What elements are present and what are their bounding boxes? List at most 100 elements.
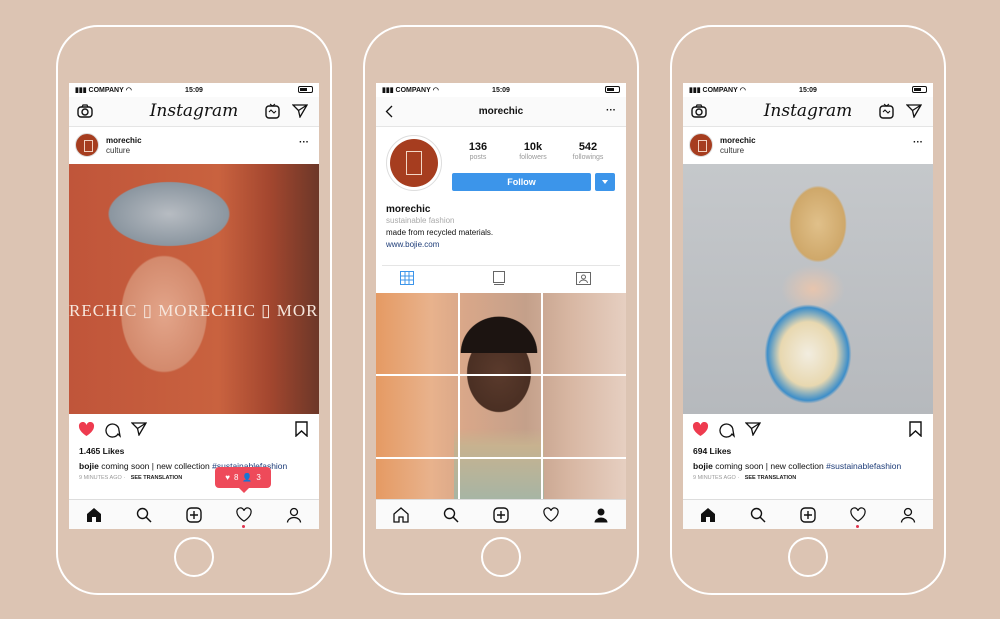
activity-indicator-dot	[242, 525, 245, 528]
phone-feed-1: ▮▮▮ COMPANY ◠ 15:09 Instagram morechic cu…	[56, 25, 332, 595]
post-username[interactable]: morechic	[106, 136, 142, 145]
bottom-tab-bar	[376, 499, 626, 529]
tagged-photos-icon[interactable]	[576, 271, 591, 285]
suggestions-dropdown-button[interactable]	[595, 173, 615, 191]
grid-view-icon[interactable]	[400, 271, 414, 285]
status-bar: ▮▮▮ COMPANY ◠ 15:09	[69, 83, 319, 97]
like-count[interactable]: 694 Likes	[693, 446, 731, 456]
see-translation-link[interactable]: SEE TRANSLATION	[745, 475, 797, 481]
more-options-icon[interactable]: ···	[299, 137, 309, 148]
feed-view-icon[interactable]	[493, 271, 505, 285]
follow-button[interactable]: Follow	[452, 173, 591, 191]
profile-bio: made from recycled materials.	[386, 228, 494, 237]
search-icon[interactable]	[750, 507, 766, 523]
post-location: culture	[106, 146, 131, 155]
profile-name: morechic	[386, 204, 431, 215]
activity-heart-icon[interactable]	[236, 507, 252, 523]
activity-heart-icon[interactable]	[850, 507, 866, 523]
photo-overlay-text: RECHIC ▯ MORECHIC ▯ MORE	[69, 301, 319, 320]
post-actions	[683, 419, 933, 441]
direct-message-icon[interactable]	[906, 104, 922, 118]
activity-notification-bubble[interactable]: ♥ 8 👤 3	[215, 467, 271, 493]
instagram-logo: Instagram	[763, 101, 853, 121]
followers-stat[interactable]: 10k followers	[503, 141, 563, 161]
post-photo[interactable]: RECHIC ▯ MORECHIC ▯ MORE	[69, 164, 319, 414]
caption: bojie coming soon | new collection #sust…	[693, 461, 901, 471]
see-translation-link[interactable]: SEE TRANSLATION	[131, 475, 183, 481]
share-icon[interactable]	[131, 422, 147, 436]
home-button[interactable]	[481, 537, 521, 577]
post-time: 9 MINUTES AGO	[79, 475, 122, 481]
post-username[interactable]: morechic	[720, 136, 756, 145]
new-post-icon[interactable]	[186, 507, 202, 523]
profile-icon[interactable]	[286, 507, 302, 523]
home-button[interactable]	[174, 537, 214, 577]
top-nav: Instagram	[683, 97, 933, 127]
battery-icon	[912, 86, 927, 93]
heart-liked-icon[interactable]	[78, 422, 95, 437]
status-bar: ▮▮▮ COMPANY ◠ 15:09	[376, 83, 626, 97]
comment-icon[interactable]	[105, 422, 121, 438]
bottom-tab-bar	[683, 499, 933, 529]
instagram-logo: Instagram	[149, 101, 239, 121]
share-icon[interactable]	[745, 422, 761, 436]
profile-avatar[interactable]	[386, 135, 442, 191]
bookmark-icon[interactable]	[295, 421, 308, 437]
post-photo[interactable]	[683, 164, 933, 414]
home-icon[interactable]	[86, 507, 102, 523]
profile-icon[interactable]	[593, 507, 609, 523]
bottom-tab-bar	[69, 499, 319, 529]
bookmark-icon[interactable]	[909, 421, 922, 437]
clock: 15:09	[492, 86, 510, 94]
search-icon[interactable]	[136, 507, 152, 523]
new-post-icon[interactable]	[493, 507, 509, 523]
search-icon[interactable]	[443, 507, 459, 523]
followings-stat[interactable]: 542 followings	[558, 141, 618, 161]
igtv-icon[interactable]	[879, 103, 894, 119]
home-icon[interactable]	[393, 507, 409, 523]
screen: ▮▮▮ COMPANY ◠ 15:09 Instagram morechic cu…	[69, 83, 319, 529]
activity-indicator-dot	[856, 525, 859, 528]
clock: 15:09	[185, 86, 203, 94]
battery-icon	[298, 86, 313, 93]
notification-followers-count: 3	[256, 473, 261, 482]
new-post-icon[interactable]	[800, 507, 816, 523]
photo-grid[interactable]	[376, 293, 626, 499]
profile-title: morechic	[478, 106, 524, 117]
post-meta: 9 MINUTES AGO · SEE TRANSLATION	[693, 475, 797, 481]
home-button[interactable]	[788, 537, 828, 577]
home-icon[interactable]	[700, 507, 716, 523]
heart-liked-icon[interactable]	[692, 422, 709, 437]
more-options-icon[interactable]: ···	[913, 137, 923, 148]
hashtag-link[interactable]: #sustainablefashion	[826, 461, 901, 471]
posts-stat[interactable]: 136 posts	[448, 141, 508, 161]
morechic-logo-icon	[406, 151, 422, 175]
igtv-icon[interactable]	[265, 103, 280, 119]
avatar[interactable]	[75, 133, 99, 157]
direct-message-icon[interactable]	[292, 104, 308, 118]
caption-text: coming soon | new collection	[715, 461, 824, 471]
status-bar: ▮▮▮ COMPANY ◠ 15:09	[683, 83, 933, 97]
more-options-icon[interactable]: ···	[606, 105, 616, 116]
caption-username[interactable]: bojie	[79, 461, 99, 471]
clock: 15:09	[799, 86, 817, 94]
post-time: 9 MINUTES AGO	[693, 475, 736, 481]
activity-heart-icon[interactable]	[543, 507, 559, 523]
profile-category: sustainable fashion	[386, 216, 455, 225]
heart-icon: ♥	[225, 473, 230, 482]
notification-likes-count: 8	[233, 473, 239, 482]
person-icon: 👤	[242, 473, 253, 482]
screen: ▮▮▮ COMPANY ◠ 15:09 Instagram morechic cu…	[683, 83, 933, 529]
caption-username[interactable]: bojie	[693, 461, 713, 471]
like-count[interactable]: 1.465 Likes	[79, 446, 124, 456]
post-meta: 9 MINUTES AGO · SEE TRANSLATION	[79, 475, 183, 481]
caption-text: coming soon | new collection	[101, 461, 210, 471]
profile-website-link[interactable]: www.bojie.com	[386, 240, 439, 249]
post-location: culture	[720, 146, 745, 155]
phone-profile: ▮▮▮ COMPANY ◠ 15:09 morechic ··· 136 posts…	[363, 25, 639, 595]
avatar[interactable]	[689, 133, 713, 157]
top-nav: morechic ···	[376, 97, 626, 127]
comment-icon[interactable]	[719, 422, 735, 438]
profile-icon[interactable]	[900, 507, 916, 523]
post-header: morechic culture ···	[69, 128, 319, 164]
